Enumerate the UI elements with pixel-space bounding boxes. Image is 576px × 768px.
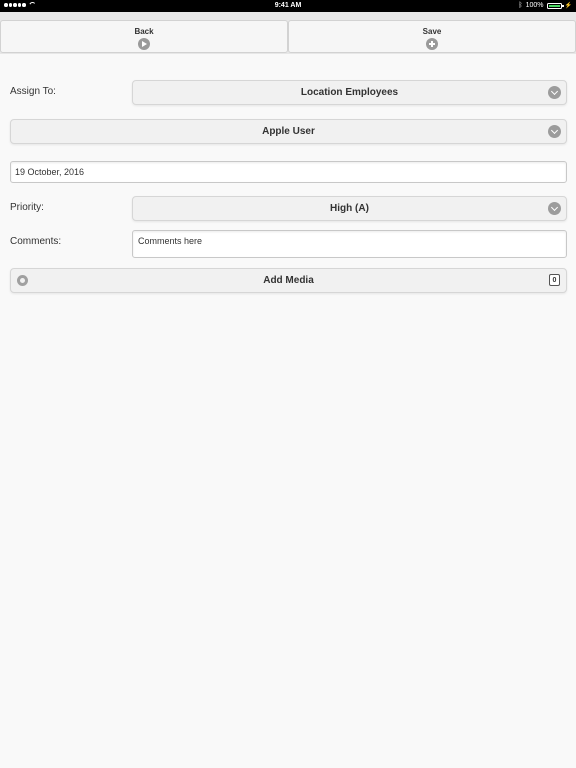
- status-right: ᛒ 100% ⚡: [518, 2, 572, 9]
- back-button-label: Back: [134, 27, 154, 36]
- comments-value: Comments here: [138, 236, 203, 246]
- user-value: Apple User: [262, 126, 315, 137]
- user-select[interactable]: Apple User: [10, 119, 567, 144]
- date-field[interactable]: [10, 161, 567, 183]
- status-time: 9:41 AM: [274, 2, 302, 9]
- arrow-right-circle-icon: [138, 38, 150, 50]
- battery-icon: [546, 2, 564, 9]
- charging-icon: ⚡: [564, 3, 572, 9]
- battery-percent: 100%: [525, 2, 544, 9]
- add-media-label: Add Media: [263, 275, 314, 286]
- plus-circle-icon: [426, 38, 438, 50]
- back-button[interactable]: Back: [0, 20, 288, 53]
- add-media-button[interactable]: Add Media 0: [10, 268, 567, 293]
- assign-to-value: Location Employees: [300, 87, 399, 98]
- save-button[interactable]: Save: [288, 20, 576, 53]
- save-button-label: Save: [422, 27, 442, 36]
- chevron-down-icon: [548, 202, 561, 215]
- gear-icon: [17, 275, 28, 286]
- status-bar: 9:41 AM ᛒ 100% ⚡: [0, 0, 576, 12]
- comments-field[interactable]: Comments here: [132, 230, 567, 258]
- assign-to-select[interactable]: Location Employees: [132, 80, 567, 105]
- comments-label: Comments:: [10, 236, 62, 247]
- bluetooth-icon: ᛒ: [518, 2, 523, 9]
- priority-value: High (A): [330, 203, 369, 214]
- chevron-down-icon: [548, 86, 561, 99]
- chevron-down-icon: [548, 125, 561, 138]
- media-count-badge: 0: [549, 274, 560, 286]
- priority-label: Priority:: [10, 202, 44, 213]
- priority-select[interactable]: High (A): [132, 196, 567, 221]
- toolbar: Back Save: [0, 12, 576, 54]
- assign-to-label: Assign To:: [10, 86, 56, 97]
